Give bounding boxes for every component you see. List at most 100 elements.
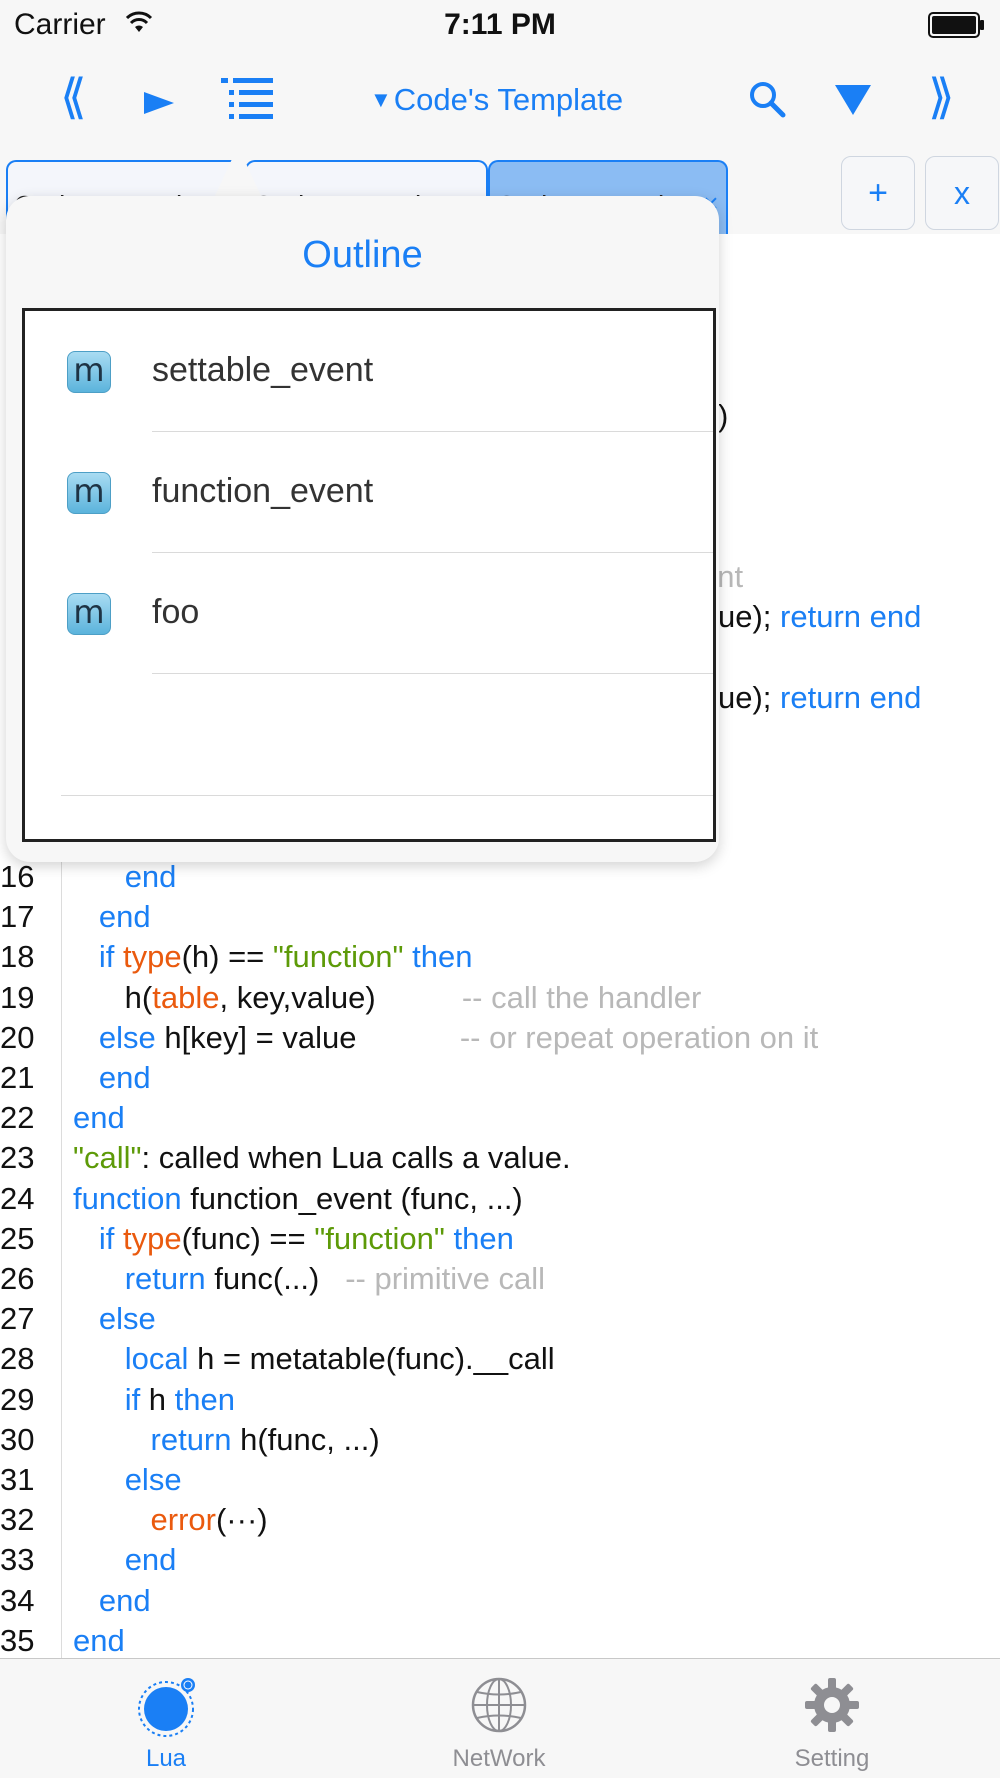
line-number: 29 — [0, 1382, 35, 1417]
code-line: 18 if type(h) == "function" then — [0, 937, 1000, 977]
code-text: end — [73, 857, 177, 897]
line-number: 16 — [0, 859, 35, 894]
outline-title: Outline — [302, 234, 423, 276]
line-number: 24 — [0, 1181, 35, 1216]
bottom-tab-bar: Lua NetWork Setting — [0, 1658, 1000, 1778]
code-token: func(...) — [205, 1261, 346, 1296]
separator — [152, 673, 713, 674]
popover-arrow — [214, 146, 262, 198]
line-number: 33 — [0, 1542, 35, 1577]
line-number: 21 — [0, 1060, 35, 1095]
code-text: else h[key] = value -- or repeat operati… — [73, 1018, 818, 1058]
status-bar: Carrier 7:11 PM — [0, 0, 1000, 52]
toolbar: ⟪ ▼Code's Template ⟫ — [0, 52, 1000, 154]
code-line: 30 return h(func, ...) — [0, 1420, 1000, 1460]
code-token: (···) — [215, 1502, 268, 1537]
code-text: return h(func, ...) — [73, 1420, 380, 1460]
code-token: type — [122, 1221, 182, 1256]
line-number: 18 — [0, 939, 35, 974]
caret-down-icon: ▼ — [370, 87, 392, 112]
code-text: end — [73, 1621, 125, 1658]
code-token: return — [124, 1261, 206, 1296]
code-token: (h) == — [181, 939, 273, 974]
code-text: function function_event (func, ...) — [73, 1179, 523, 1219]
code-text: end — [73, 1581, 151, 1621]
code-text: h(table, key,value) -- call the handler — [73, 978, 702, 1018]
code-line: 34 end — [0, 1581, 1000, 1621]
line-number: 19 — [0, 980, 35, 1015]
code-token: h — [140, 1382, 175, 1417]
next-button[interactable]: ⟫ — [928, 74, 955, 122]
run-button[interactable] — [142, 88, 176, 123]
line-number: 32 — [0, 1502, 35, 1537]
code-text: local h = metatable(func).__call — [73, 1339, 555, 1379]
add-tab-button[interactable]: + — [841, 156, 915, 230]
template-selector[interactable]: ▼Code's Template — [370, 82, 623, 118]
close-tab-button[interactable]: x — [925, 156, 999, 230]
code-token: then — [174, 1382, 235, 1417]
code-token: type — [122, 939, 182, 974]
line-number: 25 — [0, 1221, 35, 1256]
outline-item-function-event[interactable]: m function_event — [25, 432, 713, 553]
previous-button[interactable]: ⟪ — [60, 74, 87, 122]
triangle-down-icon — [835, 85, 871, 115]
code-token: h( — [73, 980, 153, 1015]
code-line: 31 else — [0, 1460, 1000, 1500]
tab-lua[interactable]: Lua — [66, 1659, 266, 1778]
outline-item-foo[interactable]: m foo — [25, 553, 713, 674]
code-token: then — [444, 1221, 514, 1256]
line-number: 22 — [0, 1100, 35, 1135]
line-number: 35 — [0, 1623, 35, 1658]
outline-popover: Outline m settable_event m function_even… — [6, 196, 719, 862]
code-token: : called when Lua calls a value. — [141, 1140, 571, 1175]
code-token: , key,value) — [219, 980, 462, 1015]
filter-button[interactable] — [834, 84, 872, 121]
outline-icon — [221, 78, 273, 119]
code-text: return func(...) -- primitive call — [73, 1259, 545, 1299]
code-line: 22 end — [0, 1098, 1000, 1138]
code-line: 32 error(···) — [0, 1500, 1000, 1540]
battery-icon — [928, 12, 984, 38]
code-line: 26 return func(...) -- primitive call — [0, 1259, 1000, 1299]
code-token: error — [150, 1502, 216, 1537]
outline-button[interactable] — [221, 78, 273, 129]
code-token: if — [124, 1382, 141, 1417]
code-token: -- primitive call — [345, 1261, 545, 1296]
line-number: 28 — [0, 1341, 35, 1376]
code-line: 33 end — [0, 1540, 1000, 1580]
code-token: -- call the handler — [461, 980, 702, 1015]
code-token: end — [73, 1623, 125, 1658]
code-text: error(···) — [73, 1500, 268, 1540]
code-token: end — [98, 899, 151, 934]
code-line: 27 else — [0, 1299, 1000, 1339]
code-line: 29 if h then — [0, 1380, 1000, 1420]
line-number: 30 — [0, 1422, 35, 1457]
code-token: else — [124, 1462, 182, 1497]
code-token: function — [73, 1181, 182, 1216]
code-line: 35 end — [0, 1621, 1000, 1658]
code-text: end — [73, 1058, 151, 1098]
code-text: if h then — [73, 1380, 235, 1420]
search-button[interactable] — [748, 80, 786, 123]
tab-setting[interactable]: Setting — [732, 1659, 932, 1778]
tab-network[interactable]: NetWork — [399, 1659, 599, 1778]
separator — [61, 795, 713, 796]
outline-item-settable-event[interactable]: m settable_event — [25, 311, 713, 432]
tab-label: Lua — [145, 1745, 187, 1772]
code-token: h(func, ...) — [231, 1422, 380, 1457]
code-line: 28 local h = metatable(func).__call — [0, 1339, 1000, 1379]
code-token: else — [98, 1301, 156, 1336]
code-line: 17 end — [0, 897, 1000, 937]
globe-icon — [471, 1677, 527, 1733]
code-token: h = metatable(func).__call — [188, 1341, 555, 1376]
code-line: 20 else h[key] = value -- or repeat oper… — [0, 1018, 1000, 1058]
code-token: if — [98, 1221, 123, 1256]
code-line: 25 if type(func) == "function" then — [0, 1219, 1000, 1259]
